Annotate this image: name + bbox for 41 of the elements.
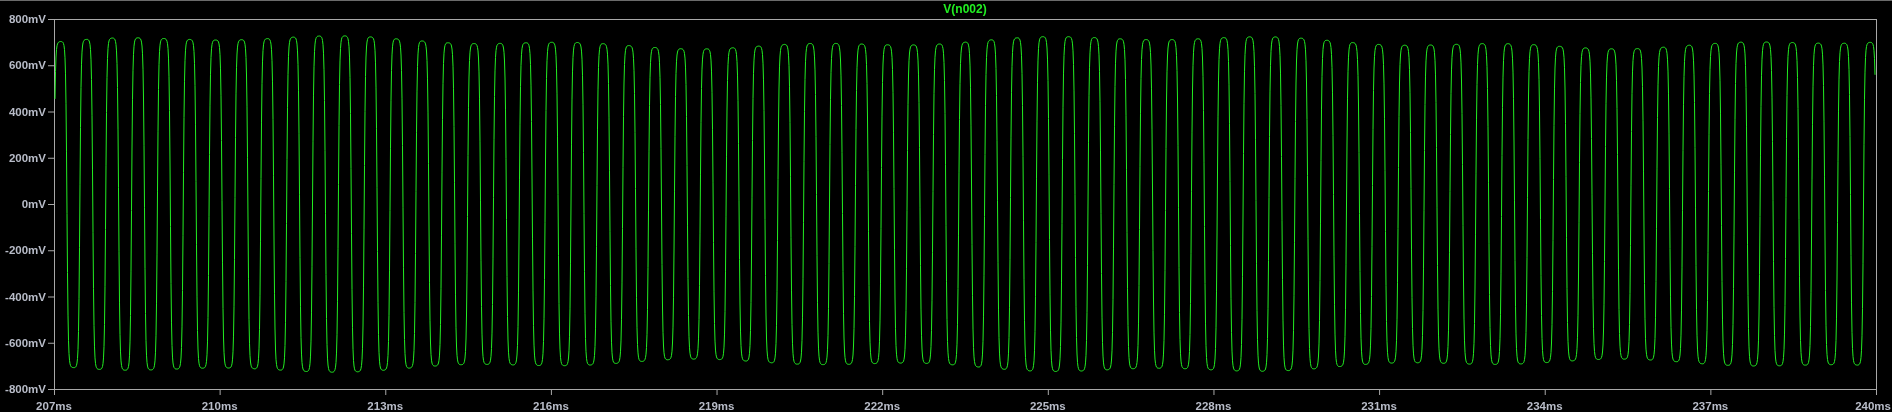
tick-mark (550, 388, 552, 396)
tick-mark (716, 388, 718, 396)
axis-label: -400mV (5, 290, 46, 303)
tick-mark (47, 65, 55, 67)
tick-mark (47, 157, 55, 159)
tick-mark (1710, 388, 1712, 396)
tick-mark (1876, 388, 1877, 396)
tick-mark (1047, 388, 1049, 396)
tick-mark (47, 111, 55, 113)
axis-label: -600mV (5, 336, 46, 349)
tick-mark (47, 19, 55, 20)
tick-mark (882, 388, 884, 396)
axis-label: 219ms (698, 400, 735, 412)
tick-mark (1379, 388, 1381, 396)
axis-label: 216ms (533, 400, 569, 412)
axis-label: 228ms (1195, 400, 1232, 412)
trace-title[interactable]: V(n002) (943, 2, 987, 16)
tick-mark (47, 250, 55, 252)
axis-label: 600mV (8, 59, 46, 72)
tick-mark (47, 204, 55, 205)
axis-label: 0mV (21, 198, 46, 210)
axis-label: 225ms (1029, 400, 1066, 412)
tick-mark (219, 388, 221, 396)
axis-label: 240ms (1855, 400, 1891, 412)
axis-label: 231ms (1361, 400, 1397, 412)
axis-label: 210ms (201, 400, 238, 412)
tick-mark (385, 388, 387, 396)
axis-label: 213ms (367, 400, 404, 412)
axis-label: 200mV (8, 151, 46, 164)
axis-label: -800mV (5, 383, 46, 395)
tick-mark (47, 342, 55, 344)
tick-mark (1544, 388, 1546, 396)
axis-label: 800mV (8, 13, 46, 25)
axis-label: 400mV (8, 105, 46, 118)
axis-label: 234ms (1526, 400, 1563, 412)
axis-label: 207ms (36, 400, 72, 412)
tick-mark (1213, 388, 1215, 396)
axis-label: 237ms (1692, 400, 1729, 412)
axis-label: 222ms (864, 400, 901, 412)
axis-label: -200mV (5, 244, 46, 257)
tick-mark (47, 296, 55, 298)
